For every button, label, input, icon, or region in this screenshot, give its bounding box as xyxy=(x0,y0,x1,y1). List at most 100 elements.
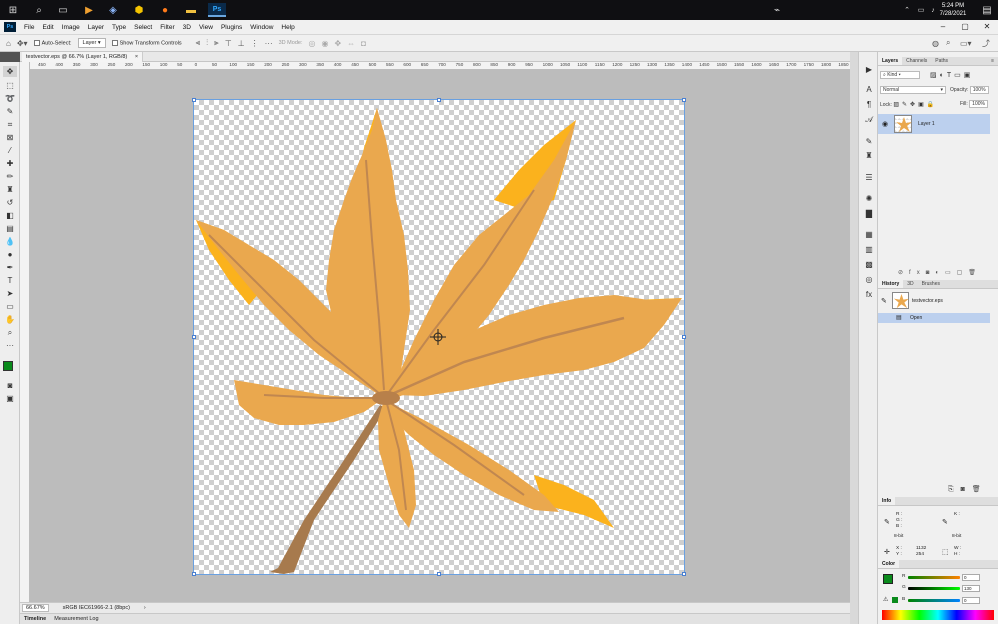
path-selection-tool-icon[interactable]: ➤ xyxy=(3,288,17,299)
firefox-icon[interactable]: ● xyxy=(158,3,172,17)
screen-mode-icon[interactable]: ▣ xyxy=(3,393,17,404)
opacity-value[interactable]: 100% xyxy=(969,86,989,94)
transform-handle-top-left[interactable] xyxy=(192,98,196,102)
unity-icon[interactable]: ⬢ xyxy=(132,3,146,17)
history-actions-icons[interactable]: ⎘◙🗑 xyxy=(948,485,988,494)
clone-source-icon[interactable]: ♜ xyxy=(862,150,876,161)
history-snapshot-row[interactable]: ✎ testvector.eps xyxy=(878,292,990,310)
align-middle-icon[interactable]: ⊥ xyxy=(238,39,245,48)
menu-3d[interactable]: 3D xyxy=(179,24,195,31)
auto-select-checkbox[interactable]: Auto-Select: xyxy=(33,39,72,46)
menu-view[interactable]: View xyxy=(195,24,217,31)
restore-button[interactable]: ▢ xyxy=(954,20,976,34)
quick-select-tool-icon[interactable]: ✎ xyxy=(3,106,17,117)
adjustments-icon[interactable]: ☰ xyxy=(862,172,876,183)
color-b-slider[interactable] xyxy=(908,599,960,602)
more-options-icon[interactable]: ··· xyxy=(265,39,273,48)
blend-mode-dropdown[interactable]: Normal ▾ xyxy=(880,86,946,94)
eraser-tool-icon[interactable]: ◧ xyxy=(3,210,17,221)
align-right-icon[interactable]: ⫸ xyxy=(214,38,219,48)
roll-3d-icon[interactable]: ◉ xyxy=(321,39,328,48)
transform-handle-bottom-right[interactable] xyxy=(682,572,686,576)
transform-handle-left[interactable] xyxy=(192,335,196,339)
layer-actions-icons[interactable]: ⊘fx◙◐▭▢🗑 xyxy=(898,269,982,276)
tab-3d[interactable]: 3D xyxy=(903,280,917,288)
layer-visibility-eye-icon[interactable]: ◉ xyxy=(882,120,888,128)
menu-edit[interactable]: Edit xyxy=(38,24,57,31)
menu-type[interactable]: Type xyxy=(108,24,130,31)
color-web-safe-swatch[interactable] xyxy=(892,597,898,603)
histogram-icon[interactable]: ▇ xyxy=(862,208,876,219)
libraries-icon[interactable]: ◎ xyxy=(862,274,876,285)
clone-stamp-tool-icon[interactable]: ♜ xyxy=(3,184,17,195)
align-left-icon[interactable]: ⫷ xyxy=(196,38,201,48)
styles-icon[interactable]: ✺ xyxy=(862,193,876,204)
status-menu-arrow[interactable]: › xyxy=(144,605,146,611)
hand-tool-icon[interactable]: ✋ xyxy=(3,314,17,325)
tab-history[interactable]: History xyxy=(878,280,904,288)
layer-filter-kind-dropdown[interactable]: ⌕ Kind ▾ xyxy=(880,71,920,79)
color-spectrum-ramp[interactable] xyxy=(882,610,994,620)
transform-handle-right[interactable] xyxy=(682,335,686,339)
edit-toolbar-icon[interactable]: ··· xyxy=(3,340,17,351)
color-r-value[interactable]: 0 xyxy=(962,574,980,581)
color-g-value[interactable]: 130 xyxy=(962,585,980,592)
zoom-tool-icon[interactable]: ⌕ xyxy=(3,327,17,338)
character-icon[interactable]: A xyxy=(862,84,876,95)
lasso-tool-icon[interactable]: ➰ xyxy=(3,93,17,104)
share-icon[interactable]: ◍ xyxy=(932,39,939,48)
minimize-button[interactable]: – xyxy=(932,20,954,34)
fill-control[interactable]: Fill: 100% xyxy=(960,100,988,108)
brush-settings-icon[interactable]: ✎ xyxy=(862,136,876,147)
menu-select[interactable]: Select xyxy=(130,24,156,31)
move-tool-preset-icon[interactable]: ✥▾ xyxy=(17,39,28,48)
tab-color[interactable]: Color xyxy=(878,560,900,568)
notifications-icon[interactable]: ▤ xyxy=(980,3,994,17)
search-icon[interactable]: ⌕ xyxy=(946,38,950,48)
menu-file[interactable]: File xyxy=(20,24,38,31)
menu-filter[interactable]: Filter xyxy=(156,24,178,31)
fill-value[interactable]: 100% xyxy=(969,100,988,108)
history-step-row[interactable]: ▤ Open xyxy=(878,313,990,323)
properties-icon[interactable]: fx xyxy=(862,289,876,300)
document-canvas[interactable] xyxy=(192,98,686,576)
transform-controls-checkbox[interactable]: Show Transform Controls xyxy=(111,39,182,46)
glyphs-icon[interactable]: 𝒜 xyxy=(862,114,876,125)
align-top-icon[interactable]: ⊤ xyxy=(225,39,232,48)
task-view-icon[interactable]: ▭ xyxy=(56,3,70,17)
transform-handle-top[interactable] xyxy=(437,98,441,102)
brush-tool-icon[interactable]: ✏ xyxy=(3,171,17,182)
menu-help[interactable]: Help xyxy=(277,24,298,31)
color-r-slider[interactable] xyxy=(908,576,960,579)
close-button[interactable]: ✕ xyxy=(976,20,998,34)
canvas-workspace[interactable] xyxy=(30,70,850,602)
tab-channels[interactable]: Channels xyxy=(902,57,931,65)
taskbar-clock[interactable]: 5:24 PM 7/28/2021 xyxy=(938,2,968,18)
foreground-color-swatch[interactable] xyxy=(3,361,13,371)
opacity-control[interactable]: Opacity: 100% xyxy=(950,86,989,94)
crop-tool-icon[interactable]: ⌗ xyxy=(3,119,17,130)
type-tool-icon[interactable]: T xyxy=(3,275,17,286)
tab-paths[interactable]: Paths xyxy=(931,57,952,65)
slide-3d-icon[interactable]: ⇔ xyxy=(347,39,355,48)
photoshop-taskbar-icon[interactable]: Ps xyxy=(208,3,226,17)
document-tab-close-button[interactable]: × xyxy=(135,54,138,60)
swatches-icon[interactable]: ▦ xyxy=(862,229,876,240)
marquee-tool-icon[interactable]: ⬚ xyxy=(3,80,17,91)
app-cube-icon[interactable]: ◈ xyxy=(106,3,120,17)
dodge-tool-icon[interactable]: ● xyxy=(3,249,17,260)
history-brush-tool-icon[interactable]: ↺ xyxy=(3,197,17,208)
eyedropper-tool-icon[interactable]: ⁄ xyxy=(3,145,17,156)
usb-icon[interactable]: ⌁ xyxy=(770,3,784,17)
gradients-icon[interactable]: ▩ xyxy=(862,259,876,270)
pen-tool-icon[interactable]: ✒ xyxy=(3,262,17,273)
file-explorer-icon[interactable]: ▬ xyxy=(184,3,198,17)
color-profile-info[interactable]: sRGB IEC61966-2.1 (8bpc) xyxy=(63,605,130,611)
tab-timeline[interactable]: Timeline xyxy=(24,616,46,622)
tab-info[interactable]: Info xyxy=(878,497,896,505)
gradient-tool-icon[interactable]: ▤ xyxy=(3,223,17,234)
leaf-artwork[interactable] xyxy=(194,100,684,574)
align-center-icon[interactable]: ⫶ xyxy=(206,38,208,48)
orbit-3d-icon[interactable]: ◎ xyxy=(308,39,315,48)
transform-handle-top-right[interactable] xyxy=(682,98,686,102)
